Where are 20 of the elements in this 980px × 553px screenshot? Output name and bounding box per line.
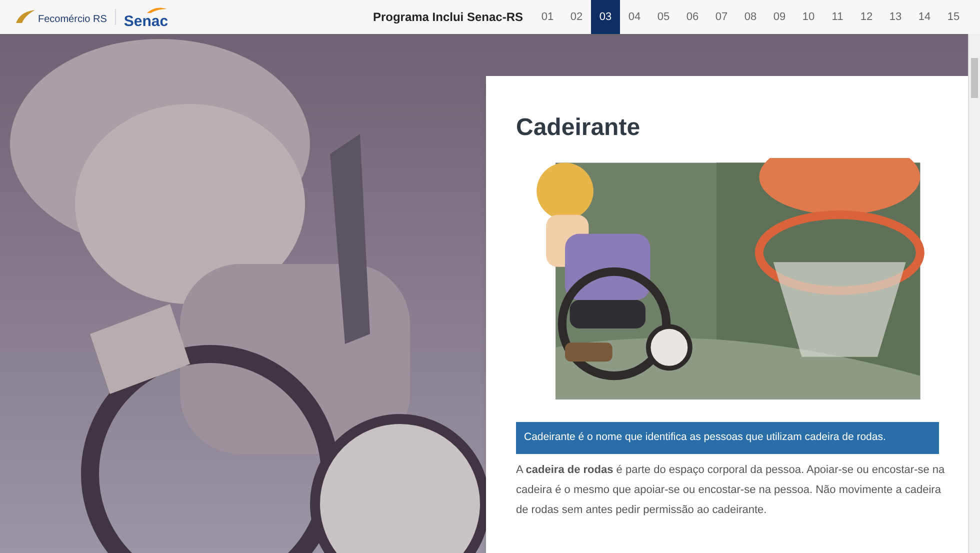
page-tab[interactable]: 15	[939, 0, 968, 34]
page-tab[interactable]: 14	[910, 0, 939, 34]
logo-text: Senac	[124, 14, 168, 28]
page-tab[interactable]: 08	[736, 0, 765, 34]
page-tab[interactable]: 09	[765, 0, 794, 34]
page-tab[interactable]: 04	[620, 0, 649, 34]
page-tab[interactable]: 07	[707, 0, 736, 34]
swoosh-icon	[14, 9, 36, 25]
swoosh-icon	[146, 6, 168, 14]
logo-text: Fecomércio RS	[38, 15, 107, 25]
page-tab[interactable]: 01	[533, 0, 562, 34]
page-tab[interactable]: 03	[591, 0, 620, 34]
page-tab[interactable]: 11	[823, 0, 852, 34]
page-tab[interactable]: 10	[794, 0, 823, 34]
page-tab[interactable]: 02	[562, 0, 591, 34]
program-title: Programa Inclui Senac-RS	[372, 9, 523, 26]
page-tab[interactable]: 05	[649, 0, 678, 34]
page-tab[interactable]: 12	[852, 0, 881, 34]
page-tab[interactable]: 13	[881, 0, 910, 34]
page-tab[interactable]: 06	[678, 0, 707, 34]
